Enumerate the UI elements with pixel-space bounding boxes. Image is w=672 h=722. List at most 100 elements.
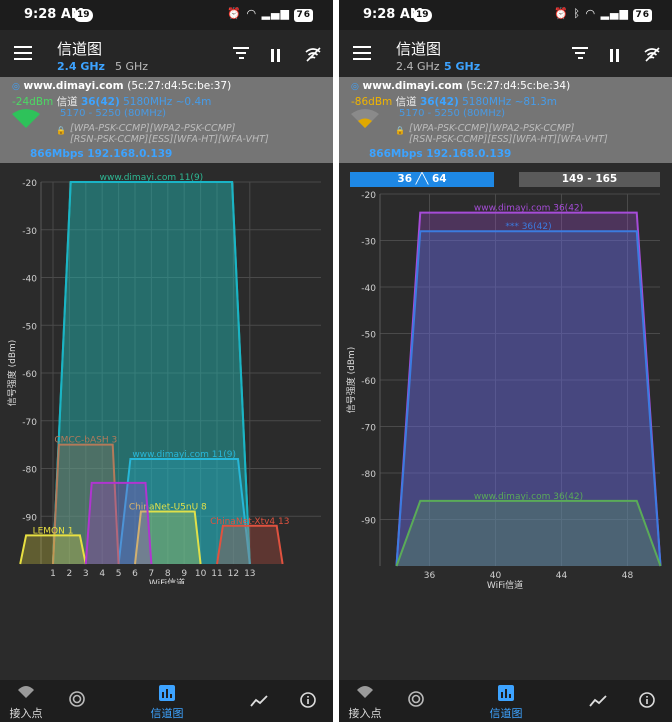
nav-channel-graph[interactable]: 信道图 <box>145 680 189 722</box>
frequency-range: 5170 - 5250 (80MHz) <box>60 108 166 119</box>
series-label-www-dimayi-com-36-42: www.dimayi.com 36(42) <box>474 204 583 214</box>
y-tick-label: -30 <box>22 227 37 237</box>
wifi-status-icon: ◠ <box>585 7 597 20</box>
nav-time-graph[interactable] <box>586 680 610 722</box>
nav-access-points[interactable]: 接入点 <box>6 680 46 722</box>
lock-icon: 🔒 <box>395 126 405 135</box>
battery-icon: 76 <box>294 9 313 22</box>
series-label-chinanet-xtv4-13: ChinaNet-Xtv4 13 <box>210 517 289 527</box>
x-tick-label: 3 <box>83 569 89 579</box>
y-tick-label: -70 <box>361 424 376 434</box>
x-tick-label: 48 <box>622 571 634 581</box>
y-tick-label: -20 <box>22 179 37 189</box>
x-tick-label: 8 <box>165 569 171 579</box>
pause-icon[interactable] <box>610 47 622 62</box>
y-tick-label: -30 <box>361 238 376 248</box>
x-tick-label: 44 <box>556 571 568 581</box>
nav-channel-rating[interactable] <box>62 680 92 722</box>
nav-time-graph[interactable] <box>247 680 271 722</box>
y-axis-title: 信号强度 (dBm) <box>345 347 357 414</box>
link-rate-ip: 866Mbps 192.168.0.139 <box>30 148 173 160</box>
security-capabilities: [WPA-PSK-CCMP][WPA2-PSK-CCMP] [RSN-PSK-C… <box>409 123 608 145</box>
x-tick-label: 12 <box>228 569 239 579</box>
radar-icon <box>408 691 424 707</box>
alarm-icon: ⏰ <box>227 7 242 20</box>
cell-signal-icon: ▂▄▆ <box>261 7 290 20</box>
ssid-line: ◎ www.dimayi.com (5c:27:d4:5c:be:34) <box>351 80 570 92</box>
y-tick-label: -50 <box>361 331 376 341</box>
page-title: 信道图 <box>396 40 442 58</box>
alarm-icon: ⏰ <box>554 7 569 20</box>
y-tick-label: -40 <box>361 284 376 294</box>
wifi-scan-off-icon[interactable] <box>305 46 321 62</box>
status-icons: ⏰ ◠ ▂▄▆ 76 <box>227 7 313 22</box>
wifi-status-icon: ◠ <box>246 7 258 20</box>
connection-info[interactable]: ◎ www.dimayi.com (5c:27:d4:5c:be:37) -24… <box>0 77 333 163</box>
filter-icon[interactable] <box>233 47 249 61</box>
cell-signal-icon: ▂▄▆ <box>600 7 629 20</box>
status-icons: ⏰ ᛒ ◠ ▂▄▆ 76 <box>554 7 652 22</box>
y-tick-label: -70 <box>22 418 37 428</box>
band-tab-5ghz[interactable]: 5 GHz <box>115 60 148 73</box>
x-tick-label: 5 <box>116 569 122 579</box>
nav-channel-graph[interactable]: 信道图 <box>484 680 528 722</box>
band-tab-5ghz[interactable]: 5 GHz <box>444 60 480 73</box>
y-tick-label: -80 <box>361 470 376 480</box>
series-label-36-42: *** 36(42) <box>505 222 551 232</box>
series-area-5 <box>85 482 152 564</box>
signal-line: -86dBm 信道 36(42) 5180MHz ~81.3m <box>351 94 557 109</box>
info-icon <box>639 692 655 708</box>
channel-graph: -20 -30 -40 -50 -60 -70 -80 -90 36 40 44 48 www.dima… <box>345 191 662 591</box>
nav-channel-rating[interactable] <box>401 680 431 722</box>
app-bar: 信道图 2.4 GHz 5 GHz <box>0 30 333 77</box>
radar-icon <box>69 691 85 707</box>
pause-icon[interactable] <box>271 47 283 62</box>
frequency: 5180MHz ~81.3m <box>462 96 558 108</box>
wifi-signal-icon <box>351 109 379 128</box>
menu-icon[interactable] <box>353 46 371 60</box>
wifi-icon <box>357 686 373 698</box>
channel-range-tab-149-165[interactable]: 149 - 165 <box>519 172 660 187</box>
ssid-line: ◎ www.dimayi.com (5c:27:d4:5c:be:37) <box>12 80 231 92</box>
bottom-nav: 接入点 信道图 <box>339 680 672 722</box>
frequency: 5180MHz ~0.4m <box>123 96 212 108</box>
line-chart-icon <box>589 695 607 707</box>
channel-label: 信道 <box>395 96 417 108</box>
x-tick-label: 40 <box>490 571 502 581</box>
nav-label-access-points: 接入点 <box>9 707 43 720</box>
menu-icon[interactable] <box>14 46 32 60</box>
band-tab-2-4ghz[interactable]: 2.4 GHz <box>396 60 440 73</box>
x-tick-label: 10 <box>195 569 207 579</box>
band-tab-2-4ghz[interactable]: 2.4 GHz <box>57 60 105 73</box>
channel-label: 信道 <box>56 96 78 108</box>
ssid: www.dimayi.com <box>362 80 463 92</box>
notification-badge: 19 <box>413 9 432 22</box>
battery-icon: 76 <box>633 9 652 22</box>
series-label-cmcc-bash-3: CMCC-bASH 3 <box>54 436 117 446</box>
nav-label-channel-graph: 信道图 <box>150 707 184 720</box>
nav-access-points[interactable]: 接入点 <box>345 680 385 722</box>
bluetooth-icon: ᛒ <box>573 7 581 20</box>
channel-range-tab-36-64[interactable]: 36 ╱╲ 64 <box>350 172 494 187</box>
y-tick-label: -60 <box>361 377 376 387</box>
app-bar: 信道图 2.4 GHz 5 GHz <box>339 30 672 77</box>
filter-icon[interactable] <box>572 47 588 61</box>
x-tick-label: 7 <box>149 569 155 579</box>
x-axis-title: WiFi信道 <box>487 579 523 591</box>
frequency-range: 5170 - 5250 (80MHz) <box>399 108 505 119</box>
series-area-chinanet-xtv4-13 <box>217 525 283 564</box>
nav-info[interactable] <box>635 680 659 722</box>
connected-icon: ◎ <box>12 82 20 92</box>
y-tick-label: -20 <box>361 191 376 201</box>
connected-icon: ◎ <box>351 82 359 92</box>
x-tick-label: 1 <box>50 569 56 579</box>
series-area-www-dimayi-com-36-42 <box>396 500 661 566</box>
nav-info[interactable] <box>296 680 320 722</box>
page-title: 信道图 <box>57 40 103 58</box>
connection-info[interactable]: ◎ www.dimayi.com (5c:27:d4:5c:be:34) -86… <box>339 77 672 163</box>
channel-value: 36(42) <box>419 96 459 108</box>
wifi-icon <box>18 686 34 698</box>
y-tick-label: -40 <box>22 275 37 285</box>
wifi-scan-off-icon[interactable] <box>644 46 660 62</box>
series-area-lemon-1 <box>20 535 86 564</box>
